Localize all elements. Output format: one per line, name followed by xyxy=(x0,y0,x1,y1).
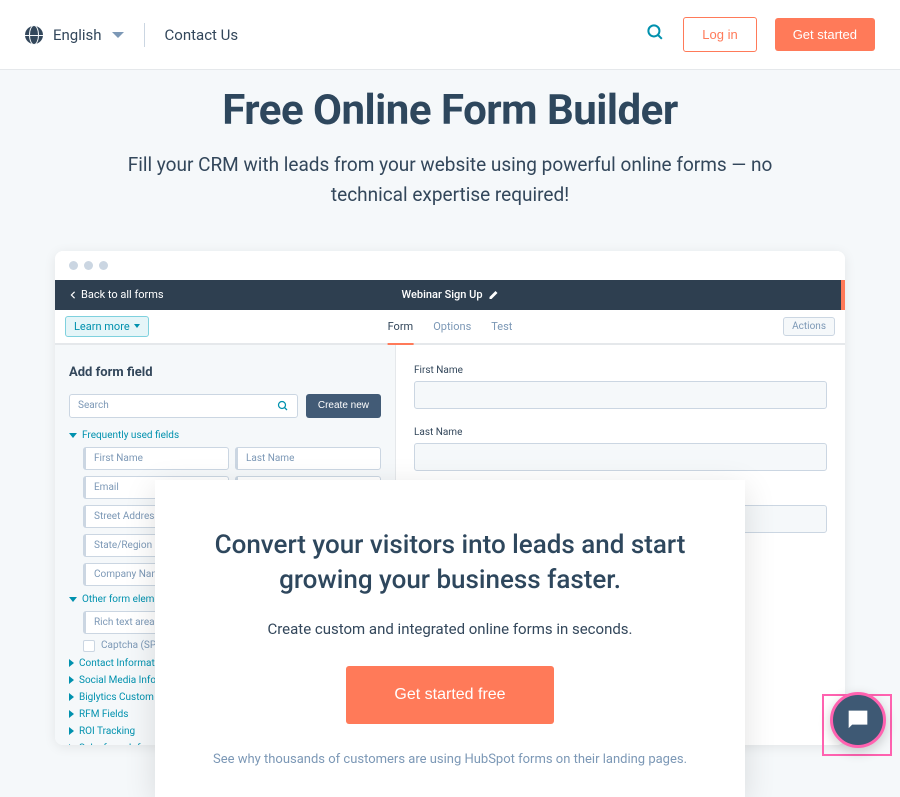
chat-bubble[interactable] xyxy=(830,692,886,748)
page-subtitle: Fill your CRM with leads from your websi… xyxy=(100,150,800,211)
page-title: Free Online Form Builder xyxy=(60,86,840,135)
language-selector[interactable]: English xyxy=(25,26,124,44)
field-chip[interactable]: First Name xyxy=(83,447,229,470)
learn-more-button[interactable]: Learn more xyxy=(65,316,149,337)
triangle-right-icon xyxy=(69,676,74,684)
tab-test[interactable]: Test xyxy=(491,316,512,337)
text-input[interactable] xyxy=(414,381,827,409)
get-started-button[interactable]: Get started xyxy=(775,18,875,51)
get-started-free-button[interactable]: Get started free xyxy=(346,666,553,724)
app-toolbar: Learn more Form Options Test Actions xyxy=(55,310,845,345)
triangle-right-icon xyxy=(69,744,74,745)
field-label: Last Name xyxy=(414,427,827,438)
form-tabs: Form Options Test xyxy=(388,316,513,337)
cta-heading: Convert your visitors into leads and sta… xyxy=(205,528,695,598)
field-label: First Name xyxy=(414,365,827,376)
accent-strip xyxy=(841,280,845,310)
checkbox[interactable] xyxy=(83,640,95,652)
hero: Free Online Form Builder Fill your CRM w… xyxy=(0,70,900,251)
window-dot xyxy=(99,261,108,270)
actions-button[interactable]: Actions xyxy=(783,317,835,336)
login-button[interactable]: Log in xyxy=(683,17,756,52)
triangle-right-icon xyxy=(69,727,74,735)
field-chip-richtext[interactable]: Rich text area xyxy=(83,611,164,634)
create-new-button[interactable]: Create new xyxy=(306,394,381,418)
chevron-down-icon xyxy=(112,32,124,38)
window-dot xyxy=(69,261,78,270)
field-search-input[interactable]: Search xyxy=(69,394,298,418)
triangle-right-icon xyxy=(69,710,74,718)
triangle-right-icon xyxy=(69,659,74,667)
search-icon[interactable] xyxy=(646,23,665,46)
search-icon xyxy=(277,400,289,412)
cta-card: Convert your visitors into leads and sta… xyxy=(155,480,745,797)
nav-left: English Contact Us xyxy=(25,23,238,47)
cta-footer: See why thousands of customers are using… xyxy=(205,752,695,767)
field-chip[interactable]: Last Name xyxy=(235,447,381,470)
chevron-down-icon xyxy=(134,324,140,328)
language-label: English xyxy=(53,26,102,44)
chat-icon xyxy=(844,706,872,734)
form-title[interactable]: Webinar Sign Up xyxy=(401,288,498,301)
window-dot xyxy=(84,261,93,270)
top-nav: English Contact Us Log in Get started xyxy=(0,0,900,70)
triangle-right-icon xyxy=(69,693,74,701)
contact-link[interactable]: Contact Us xyxy=(165,26,239,44)
category-frequently-used[interactable]: Frequently used fields xyxy=(69,430,381,441)
text-input[interactable] xyxy=(414,443,827,471)
app-header: Back to all forms Webinar Sign Up xyxy=(55,280,845,310)
tab-options[interactable]: Options xyxy=(433,316,471,337)
sidebar-heading: Add form field xyxy=(69,365,381,380)
nav-right: Log in Get started xyxy=(646,17,875,52)
divider xyxy=(144,23,145,47)
back-link[interactable]: Back to all forms xyxy=(69,288,164,301)
triangle-down-icon xyxy=(69,597,77,602)
tab-form[interactable]: Form xyxy=(388,316,414,345)
chevron-left-icon xyxy=(69,291,77,299)
window-controls xyxy=(55,251,845,280)
triangle-down-icon xyxy=(69,433,77,438)
globe-icon xyxy=(25,26,43,44)
edit-icon xyxy=(489,290,499,300)
cta-subtext: Create custom and integrated online form… xyxy=(205,620,695,638)
